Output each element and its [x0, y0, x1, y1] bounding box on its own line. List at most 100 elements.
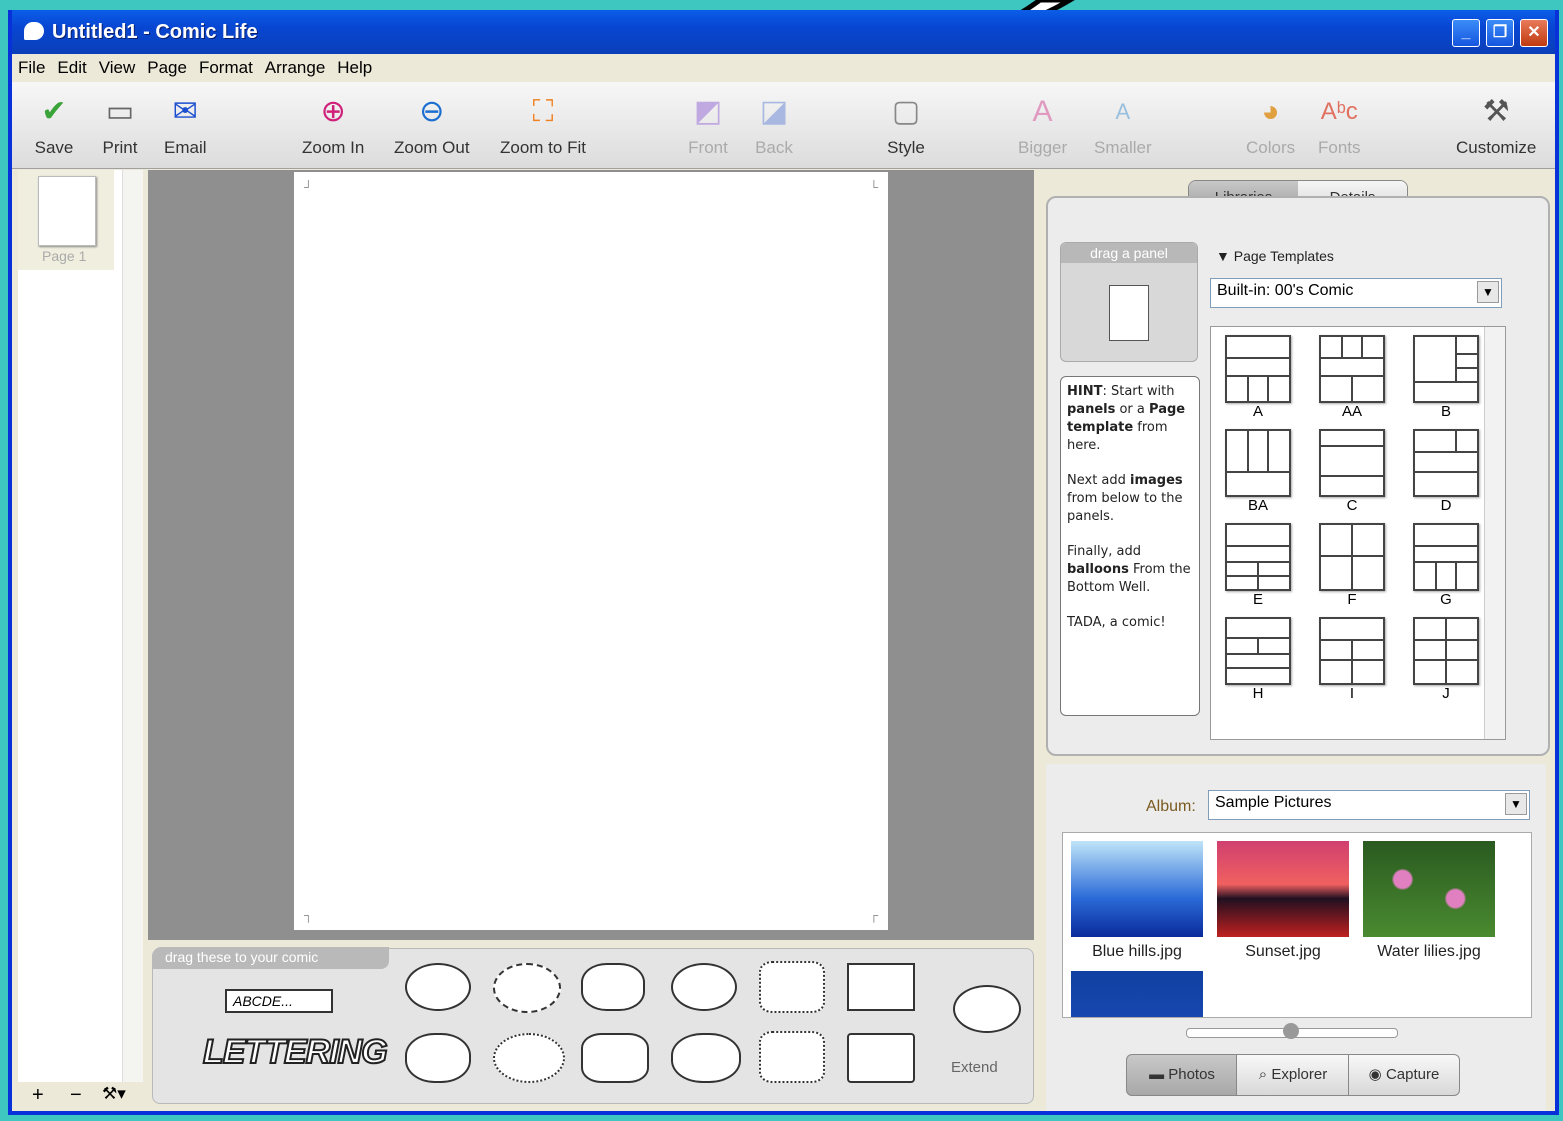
- template-item[interactable]: H: [1225, 617, 1291, 702]
- back-label: Back: [755, 138, 793, 157]
- back-button[interactable]: ◪ Back: [754, 92, 794, 158]
- template-item[interactable]: AA: [1319, 335, 1385, 420]
- menu-view[interactable]: View: [93, 54, 142, 78]
- bring-front-icon: ◩: [693, 95, 723, 128]
- menu-format[interactable]: Format: [193, 54, 259, 78]
- album-value: Sample Pictures: [1215, 794, 1332, 811]
- email-label: Email: [164, 138, 207, 157]
- album-select[interactable]: Sample Pictures ▼: [1208, 790, 1530, 820]
- lettering-item[interactable]: LETTERING: [202, 1032, 389, 1072]
- thought-balloon[interactable]: [581, 963, 645, 1011]
- drag-panel-header: drag a panel: [1061, 243, 1197, 263]
- customize-button[interactable]: ⚒ Customize: [1456, 92, 1536, 158]
- smaller-label: Smaller: [1094, 138, 1152, 157]
- template-set-select[interactable]: Built-in: 00's Comic ▼: [1210, 278, 1502, 308]
- template-item[interactable]: B: [1413, 335, 1479, 420]
- speech-balloon[interactable]: [405, 963, 471, 1011]
- remove-page-button[interactable]: −: [70, 1084, 82, 1107]
- photo-item[interactable]: [1071, 971, 1203, 1017]
- save-button[interactable]: ✔ Save: [34, 92, 74, 158]
- hint-paragraph-1: HINT: Start with panels or a Page templa…: [1067, 384, 1186, 453]
- save-label: Save: [34, 138, 74, 157]
- photo-thumbnail: [1217, 841, 1349, 937]
- template-item[interactable]: BA: [1225, 429, 1291, 514]
- photo-item[interactable]: Sunset.jpg: [1217, 841, 1349, 961]
- chevron-down-icon[interactable]: ▼: [1505, 793, 1527, 815]
- template-item[interactable]: J: [1413, 617, 1479, 702]
- thumbnails-scrollbar[interactable]: [122, 170, 143, 1082]
- menu-edit[interactable]: Edit: [51, 54, 92, 78]
- bigger-button[interactable]: A Bigger: [1018, 92, 1067, 158]
- speech-balloon[interactable]: [405, 1033, 471, 1083]
- cloud-balloon[interactable]: [671, 1033, 741, 1083]
- photo-thumbnail: [1071, 841, 1203, 937]
- speech-balloon[interactable]: [671, 963, 737, 1011]
- template-item[interactable]: F: [1319, 523, 1385, 608]
- title-bar[interactable]: Untitled1 - Comic Life _ ❐ ✕: [12, 10, 1555, 54]
- menu-file[interactable]: File: [12, 54, 51, 78]
- photo-item[interactable]: Water lilies.jpg: [1363, 841, 1495, 961]
- maximize-button[interactable]: ❐: [1486, 19, 1514, 47]
- close-button[interactable]: ✕: [1520, 19, 1548, 47]
- album-label: Album:: [1146, 798, 1196, 815]
- fonts-button[interactable]: Aᵇc Fonts: [1318, 92, 1361, 158]
- extend-balloon[interactable]: [953, 985, 1021, 1033]
- tab-photos[interactable]: ▬ Photos: [1126, 1054, 1238, 1096]
- template-item[interactable]: E: [1225, 523, 1291, 608]
- zoom-out-button[interactable]: ⊖ Zoom Out: [394, 92, 470, 158]
- comic-page[interactable]: ┘ └ ┐ ┌: [294, 172, 888, 930]
- minimize-button[interactable]: _: [1452, 19, 1480, 47]
- menu-page[interactable]: Page: [141, 54, 193, 78]
- tab-explorer[interactable]: ⌕ Explorer: [1236, 1054, 1350, 1096]
- zoom-out-icon: ⊖: [419, 95, 445, 128]
- rounded-balloon[interactable]: [581, 1033, 649, 1083]
- front-button[interactable]: ◩ Front: [688, 92, 728, 158]
- template-item[interactable]: G: [1413, 523, 1479, 608]
- rectangle-balloon[interactable]: [847, 1033, 915, 1083]
- caption-box[interactable]: ABCDE...: [225, 989, 333, 1013]
- menu-arrange[interactable]: Arrange: [259, 54, 331, 78]
- rectangle-balloon[interactable]: [847, 963, 915, 1011]
- template-item[interactable]: C: [1319, 429, 1385, 514]
- add-page-button[interactable]: +: [32, 1084, 44, 1107]
- chevron-down-icon[interactable]: ▼: [1477, 281, 1499, 303]
- burst-balloon[interactable]: [759, 1031, 825, 1083]
- whisper-balloon[interactable]: [493, 963, 561, 1013]
- template-item[interactable]: A: [1225, 335, 1291, 420]
- photo-item[interactable]: Blue hills.jpg: [1071, 841, 1203, 961]
- email-button[interactable]: ✉ Email: [164, 92, 207, 158]
- template-item[interactable]: I: [1319, 617, 1385, 702]
- library-panel: drag a panel HINT: Start with panels or …: [1046, 196, 1550, 756]
- crop-mark: ┌: [869, 908, 878, 922]
- photos-panel: Album: Sample Pictures ▼ Blue hills.jpg …: [1046, 764, 1546, 1111]
- drag-panel-box[interactable]: drag a panel: [1060, 242, 1198, 362]
- tab-capture[interactable]: ◉ Capture: [1348, 1054, 1460, 1096]
- thumbnail-size-slider[interactable]: [1186, 1023, 1398, 1039]
- explorer-icon: ⌕: [1258, 1066, 1272, 1083]
- page-templates-header[interactable]: ▼ Page Templates: [1216, 248, 1334, 264]
- style-swatch-icon: ▢: [891, 95, 921, 128]
- smaller-text-icon: A: [1115, 99, 1131, 124]
- menu-help[interactable]: Help: [331, 54, 378, 78]
- zoom-in-button[interactable]: ⊕ Zoom In: [302, 92, 364, 158]
- template-item[interactable]: D: [1413, 429, 1479, 514]
- print-button[interactable]: ▭ Print: [100, 92, 140, 158]
- burst-balloon[interactable]: [759, 961, 825, 1013]
- smaller-button[interactable]: A Smaller: [1094, 92, 1152, 158]
- zoom-in-label: Zoom In: [302, 138, 365, 157]
- page-thumbnail[interactable]: [38, 176, 96, 246]
- zoom-in-icon: ⊕: [320, 95, 346, 128]
- template-scrollbar[interactable]: [1484, 327, 1505, 739]
- app-window: Untitled1 - Comic Life _ ❐ ✕ File Edit Vie…: [8, 10, 1559, 1115]
- style-button[interactable]: ▢ Style: [886, 92, 926, 158]
- hint-paragraph-4: TADA, a comic!: [1067, 615, 1166, 630]
- slider-knob[interactable]: [1283, 1023, 1299, 1039]
- zoom-to-fit-button[interactable]: ⛶ Zoom to Fit: [500, 92, 586, 158]
- print-label: Print: [102, 138, 138, 157]
- page-tools-button[interactable]: ⚒▾: [102, 1084, 126, 1104]
- panel-shape[interactable]: [1109, 285, 1149, 341]
- color-wheel-icon: ◕: [1261, 95, 1280, 128]
- scream-balloon[interactable]: [493, 1033, 565, 1083]
- zoom-out-label: Zoom Out: [394, 138, 470, 157]
- colors-button[interactable]: ◕ Colors: [1246, 92, 1295, 158]
